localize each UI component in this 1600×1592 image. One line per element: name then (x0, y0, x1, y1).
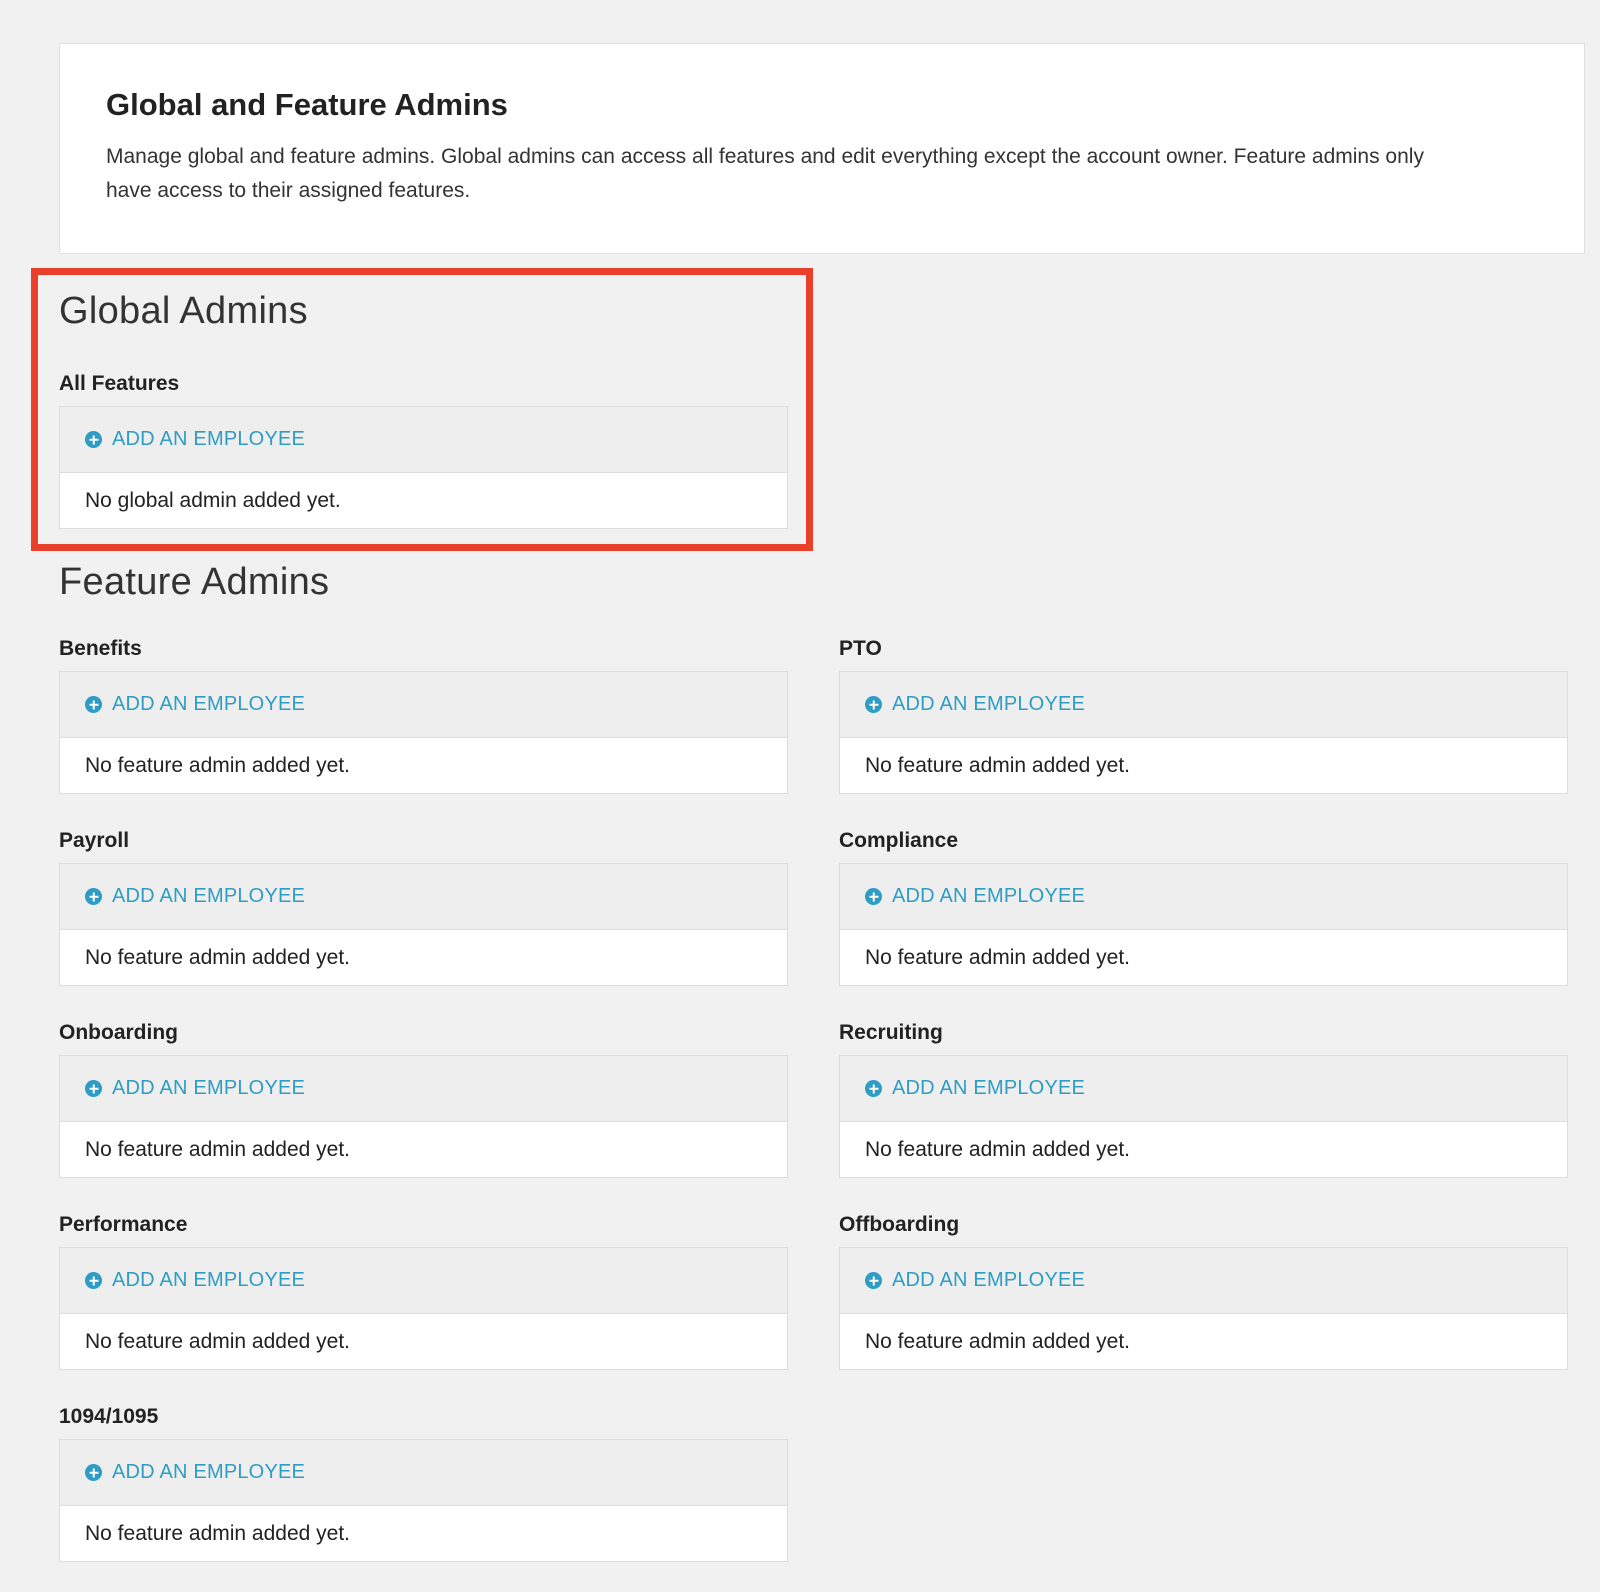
add-employee-label: ADD AN EMPLOYEE (112, 1269, 306, 1291)
add-employee-label: ADD AN EMPLOYEE (892, 1269, 1086, 1291)
empty-state-text: No feature admin added yet. (85, 1521, 351, 1545)
page-description: Manage global and feature admins. Global… (106, 145, 1424, 203)
plus-circle-icon (85, 431, 102, 448)
admins-page: Global and Feature Admins Manage global … (0, 0, 1600, 1592)
group-label: Recruiting (839, 1021, 943, 1044)
group-label: 1094/1095 (59, 1405, 159, 1428)
empty-state-text: No feature admin added yet. (85, 1329, 351, 1353)
admin-panel: ADD AN EMPLOYEE No feature admin added ye… (59, 863, 788, 986)
admin-group-pto: PTO ADD AN EMPLOYEE No feature admin added… (839, 635, 1568, 794)
plus-circle-icon (85, 696, 102, 713)
add-employee-button[interactable]: ADD AN EMPLOYEE (840, 672, 1567, 738)
add-employee-label: ADD AN EMPLOYEE (112, 1077, 306, 1099)
empty-state-text: No global admin added yet. (85, 488, 341, 512)
admin-group-benefits: Benefits ADD AN EMPLOYEE No feature admin … (59, 635, 788, 794)
group-label: Onboarding (59, 1021, 178, 1044)
admin-group-recruiting: Recruiting ADD AN EMPLOYEE No feature admi… (839, 1019, 1568, 1178)
add-employee-label: ADD AN EMPLOYEE (892, 693, 1086, 715)
plus-circle-icon (865, 1272, 882, 1289)
admin-panel: ADD AN EMPLOYEE No feature admin added ye… (59, 1247, 788, 1370)
plus-circle-icon (865, 888, 882, 905)
add-employee-button[interactable]: ADD AN EMPLOYEE (60, 407, 787, 473)
group-label: Benefits (59, 637, 142, 660)
admin-group-compliance: Compliance ADD AN EMPLOYEE No feature admi… (839, 827, 1568, 986)
admin-panel: ADD AN EMPLOYEE No feature admin added ye… (59, 671, 788, 794)
group-label: PTO (839, 637, 882, 660)
global-admins-title: Global Admins (59, 290, 308, 332)
add-employee-button[interactable]: ADD AN EMPLOYEE (60, 1248, 787, 1314)
add-employee-label: ADD AN EMPLOYEE (112, 1461, 306, 1483)
add-employee-button[interactable]: ADD AN EMPLOYEE (60, 1056, 787, 1122)
group-label: Offboarding (839, 1213, 960, 1236)
plus-circle-icon (85, 1464, 102, 1481)
empty-state-text: No feature admin added yet. (85, 1137, 351, 1161)
admin-panel: ADD AN EMPLOYEE No feature admin added ye… (59, 1055, 788, 1178)
add-employee-label: ADD AN EMPLOYEE (892, 885, 1086, 907)
page-title: Global and Feature Admins (106, 87, 508, 122)
plus-circle-icon (865, 1080, 882, 1097)
add-employee-label: ADD AN EMPLOYEE (112, 885, 306, 907)
empty-state-text: No feature admin added yet. (865, 945, 1131, 969)
add-employee-label: ADD AN EMPLOYEE (112, 428, 306, 450)
admin-panel: ADD AN EMPLOYEE No feature admin added ye… (839, 1247, 1568, 1370)
add-employee-button[interactable]: ADD AN EMPLOYEE (840, 1056, 1567, 1122)
group-label: All Features (59, 372, 180, 395)
admin-panel: ADD AN EMPLOYEE No global admin added ye… (59, 406, 788, 529)
plus-circle-icon (85, 1080, 102, 1097)
admin-panel: ADD AN EMPLOYEE No feature admin added ye… (839, 1055, 1568, 1178)
plus-circle-icon (85, 1272, 102, 1289)
add-employee-label: ADD AN EMPLOYEE (112, 693, 306, 715)
add-employee-button[interactable]: ADD AN EMPLOYEE (840, 1248, 1567, 1314)
group-label: Performance (59, 1213, 188, 1236)
add-employee-button[interactable]: ADD AN EMPLOYEE (60, 1440, 787, 1506)
admin-group-offboarding: Offboarding ADD AN EMPLOYEE No feature adm… (839, 1211, 1568, 1370)
empty-state-text: No feature admin added yet. (85, 945, 351, 969)
admin-group-onboarding: Onboarding ADD AN EMPLOYEE No feature admi… (59, 1019, 788, 1178)
group-label: Payroll (59, 829, 130, 852)
add-employee-label: ADD AN EMPLOYEE (892, 1077, 1086, 1099)
admin-group-performance: Performance ADD AN EMPLOYEE No feature adm… (59, 1211, 788, 1370)
plus-circle-icon (85, 888, 102, 905)
admin-panel: ADD AN EMPLOYEE No feature admin added ye… (59, 1439, 788, 1562)
admin-group-payroll: Payroll ADD AN EMPLOYEE No feature admin a… (59, 827, 788, 986)
empty-state-text: No feature admin added yet. (85, 753, 351, 777)
admin-group-all-features: All Features ADD AN EMPLOYEE No global a… (59, 370, 788, 529)
admin-panel: ADD AN EMPLOYEE No feature admin added ye… (839, 863, 1568, 986)
admin-group-1094-1095: 1094/1095 ADD AN EMPLOYEE No feature admin… (59, 1403, 788, 1562)
add-employee-button[interactable]: ADD AN EMPLOYEE (60, 672, 787, 738)
add-employee-button[interactable]: ADD AN EMPLOYEE (840, 864, 1567, 930)
add-employee-button[interactable]: ADD AN EMPLOYEE (60, 864, 787, 930)
plus-circle-icon (865, 696, 882, 713)
admin-panel: ADD AN EMPLOYEE No feature admin added ye… (839, 671, 1568, 794)
group-label: Compliance (839, 829, 959, 852)
feature-admins-title: Feature Admins (59, 561, 330, 603)
empty-state-text: No feature admin added yet. (865, 1329, 1131, 1353)
empty-state-text: No feature admin added yet. (865, 1137, 1131, 1161)
empty-state-text: No feature admin added yet. (865, 753, 1131, 777)
header-card: Global and Feature Admins Manage global … (59, 43, 1585, 254)
